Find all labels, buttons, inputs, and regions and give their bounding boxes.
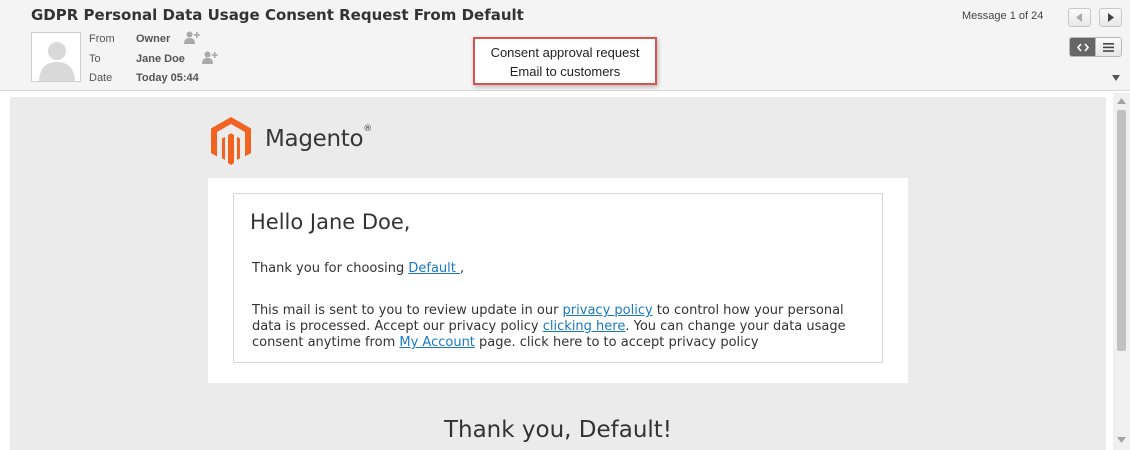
sender-avatar [31, 32, 81, 82]
chevron-down-icon[interactable] [1112, 75, 1120, 81]
my-account-link[interactable]: My Account [399, 335, 475, 350]
logo-text: Magento [265, 126, 364, 152]
p1-suffix: , [460, 261, 465, 276]
arrow-right-icon [1108, 13, 1114, 22]
thank-you-text: Thank you, Default! [443, 417, 673, 443]
registered-mark: ® [363, 124, 372, 134]
add-contact-icon[interactable] [202, 51, 218, 64]
email-card: Hello Jane Doe, Thank you for choosing D… [208, 178, 908, 383]
message-counter: Message 1 of 24 [962, 10, 1044, 22]
from-value[interactable]: Owner [136, 33, 170, 45]
magento-logo-icon [211, 117, 251, 165]
paragraph-privacy: This mail is sent to you to review updat… [252, 303, 872, 351]
view-toggle [1069, 37, 1122, 57]
email-content-box: Hello Jane Doe, Thank you for choosing D… [233, 193, 883, 363]
to-value[interactable]: Jane Doe [136, 53, 185, 65]
vertical-scrollbar[interactable] [1113, 93, 1130, 450]
store-link[interactable]: Default [408, 261, 460, 276]
scroll-down-icon[interactable] [1117, 437, 1126, 443]
magento-logo: Magento® [210, 116, 410, 168]
annotation-line-2: Email to customers [509, 64, 621, 79]
scrollbar-thumb[interactable] [1117, 110, 1126, 351]
previous-message-button[interactable] [1068, 8, 1091, 27]
privacy-policy-link[interactable]: privacy policy [563, 303, 653, 318]
accept-policy-link[interactable]: clicking here [543, 319, 626, 334]
code-view-icon [1076, 42, 1089, 52]
next-message-button[interactable] [1099, 8, 1122, 27]
date-value: Today 05:44 [136, 72, 199, 84]
arrow-left-icon [1076, 13, 1082, 22]
message-subject: GDPR Personal Data Usage Consent Request… [31, 6, 524, 24]
paragraph-thanks: Thank you for choosing Default , [252, 261, 872, 277]
p2-text-a: This mail is sent to you to review updat… [252, 303, 563, 318]
logo-wordmark: Magento® [265, 124, 372, 152]
annotation-line-1: Consent approval request [490, 45, 640, 60]
list-view-icon [1103, 42, 1115, 52]
html-view-button[interactable] [1070, 38, 1096, 56]
message-body: Magento® Hello Jane Doe, Thank you for c… [10, 97, 1106, 450]
greeting: Hello Jane Doe, [250, 210, 411, 234]
person-placeholder-icon [32, 33, 80, 81]
to-label: To [89, 53, 101, 65]
add-contact-icon[interactable] [184, 31, 200, 44]
date-label: Date [89, 72, 113, 84]
text-view-button[interactable] [1095, 38, 1121, 56]
p1-prefix: Thank you for choosing [252, 261, 409, 276]
annotation-callout: Consent approval request Email to custom… [473, 37, 657, 85]
scroll-up-icon[interactable] [1117, 98, 1126, 104]
p2-text-d: page. click here to to accept privacy po… [474, 335, 759, 350]
from-label: From [89, 33, 115, 45]
